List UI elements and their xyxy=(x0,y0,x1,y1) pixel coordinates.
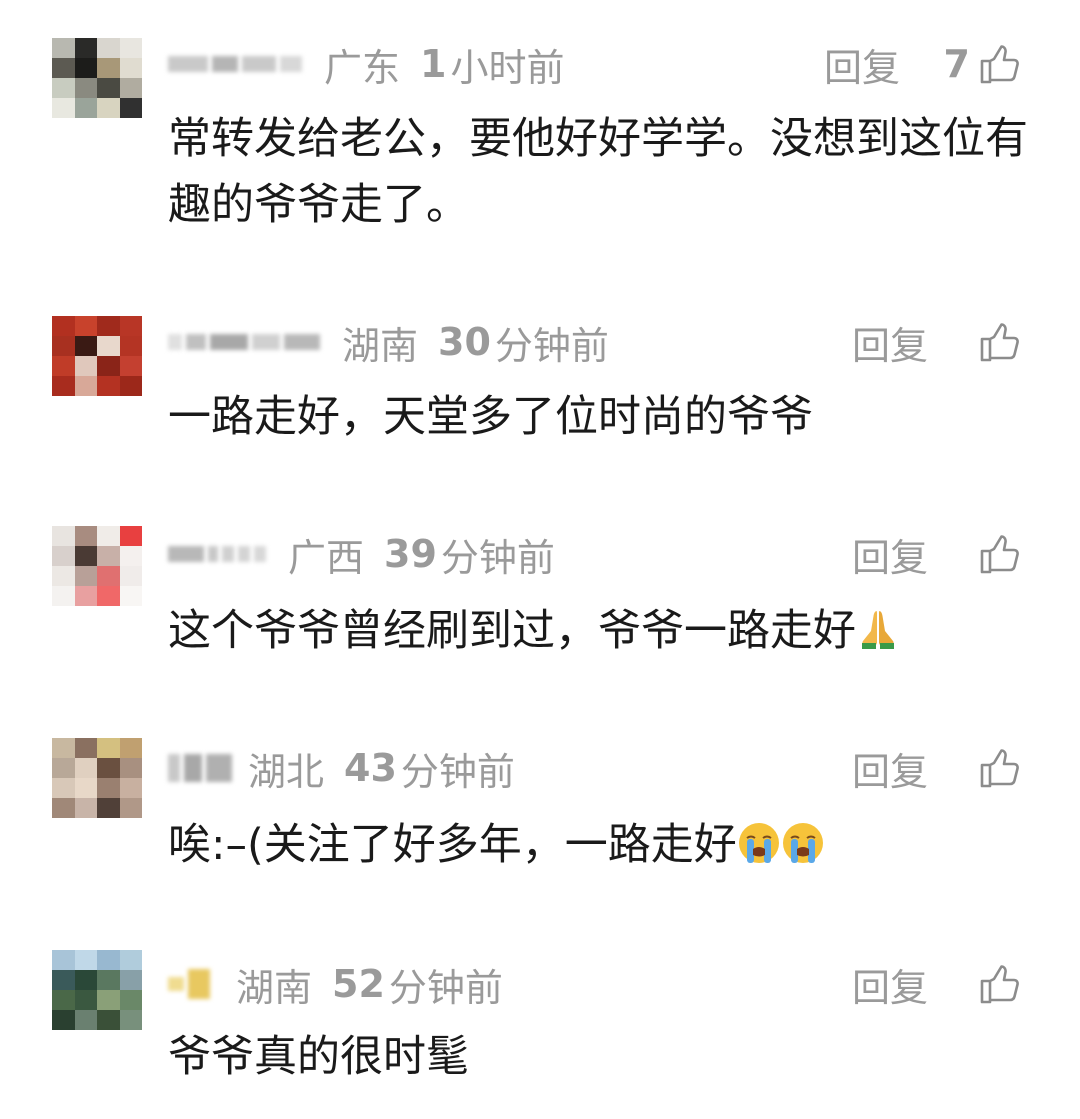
comment-text-content: 唉:–(关注了好多年，一路走好 xyxy=(168,820,737,870)
username[interactable] xyxy=(168,49,302,79)
loudly-crying-face-icon xyxy=(782,823,823,863)
username[interactable] xyxy=(168,753,232,783)
reply-button[interactable]: 回复 xyxy=(852,524,928,584)
comment-text: 爷爷真的很时髦 xyxy=(168,1032,469,1082)
thumbs-up-icon xyxy=(980,45,1019,84)
comment-time-value: 39 xyxy=(384,532,437,576)
comment-text: 唉:–(关注了好多年，一路走好 xyxy=(168,812,1028,878)
comment-time-value: 43 xyxy=(344,746,397,790)
reply-button[interactable]: 回复 xyxy=(824,34,900,94)
thumbs-up-icon xyxy=(980,965,1019,1004)
comment-time-unit: 分钟前 xyxy=(400,749,515,794)
like-count: 7 xyxy=(943,42,970,86)
comment-meta: 湖北 43 分钟前 xyxy=(168,738,515,798)
comment-meta: 湖南 30 分钟前 xyxy=(168,312,609,372)
comment-text: 一路走好，天堂多了位时尚的爷爷 xyxy=(168,392,813,442)
username[interactable] xyxy=(168,327,320,357)
comment-region: 广西 xyxy=(288,535,365,580)
thumbs-up-icon xyxy=(980,749,1019,788)
avatar[interactable] xyxy=(52,526,142,606)
comment-time-unit: 分钟前 xyxy=(494,323,609,368)
like-button[interactable] xyxy=(970,738,1022,798)
reply-button[interactable]: 回复 xyxy=(852,738,928,798)
thumbs-up-icon xyxy=(980,323,1019,362)
reply-button[interactable]: 回复 xyxy=(852,954,928,1014)
avatar[interactable] xyxy=(52,950,142,1030)
comment-time-value: 52 xyxy=(332,962,385,1006)
loudly-crying-face-icon xyxy=(738,823,779,863)
comment-text: 这个爷爷曾经刷到过，爷爷一路走好 xyxy=(168,598,1028,664)
like-button[interactable] xyxy=(970,524,1022,584)
folded-hands-icon xyxy=(862,611,894,649)
comment-region: 湖南 xyxy=(236,965,313,1010)
comment-time-value: 1 xyxy=(420,42,447,86)
comment-meta: 广东 1 小时前 xyxy=(168,34,564,94)
thumbs-up-icon xyxy=(980,535,1019,574)
comment-region: 广东 xyxy=(324,45,401,90)
reply-button[interactable]: 回复 xyxy=(852,312,928,372)
avatar[interactable] xyxy=(52,38,142,118)
comment-time-unit: 小时前 xyxy=(450,45,565,90)
comment-region: 湖南 xyxy=(342,323,419,368)
avatar[interactable] xyxy=(52,316,142,396)
comment-text-content: 这个爷爷曾经刷到过，爷爷一路走好 xyxy=(168,606,856,656)
like-button[interactable] xyxy=(970,954,1022,1014)
comment-text: 常转发给老公，要他好好学学。没想到这位有趣的爷爷走了。 xyxy=(168,114,1028,230)
comment-time-unit: 分钟前 xyxy=(388,965,503,1010)
username[interactable] xyxy=(168,969,210,999)
like-button[interactable] xyxy=(970,312,1022,372)
username[interactable] xyxy=(168,539,266,569)
comment-meta: 湖南 52 分钟前 xyxy=(168,954,503,1014)
comment-meta: 广西 39 分钟前 xyxy=(168,524,555,584)
comment-time-value: 30 xyxy=(438,320,491,364)
like-button[interactable]: 7 xyxy=(944,34,1022,94)
comment-time-unit: 分钟前 xyxy=(440,535,555,580)
avatar[interactable] xyxy=(52,738,142,818)
comment-region: 湖北 xyxy=(248,749,325,794)
